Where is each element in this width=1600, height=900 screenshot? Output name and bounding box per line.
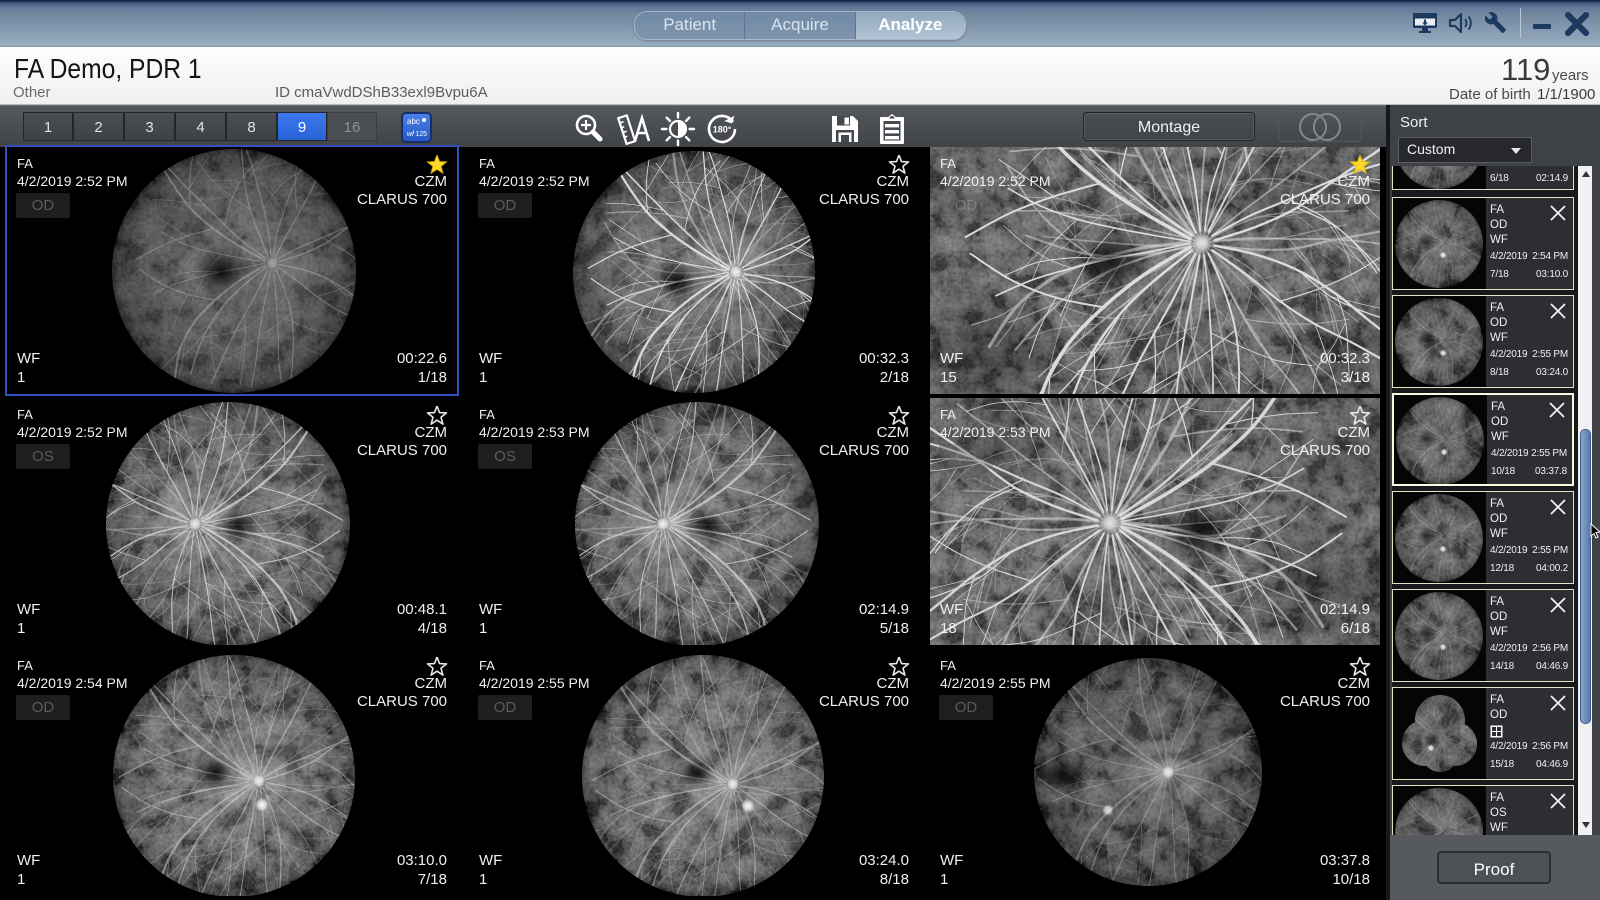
svg-text:180°: 180° — [713, 125, 732, 135]
